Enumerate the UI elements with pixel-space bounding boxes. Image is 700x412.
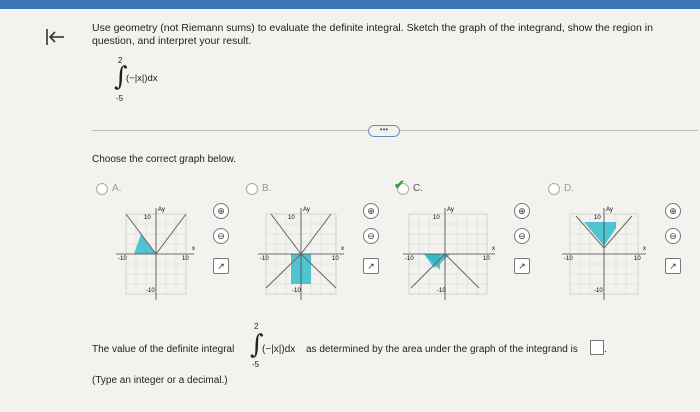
integrand: (−|x|)dx — [126, 73, 158, 84]
answer-period: . — [604, 344, 607, 355]
question-text: Use geometry (not Riemann sums) to evalu… — [92, 22, 653, 47]
y-top-label: 10 — [594, 215, 601, 221]
zoom-in-icon[interactable]: ⊕ — [514, 203, 530, 219]
y-axis-label: Ay — [158, 207, 165, 213]
popout-icon[interactable]: ↗ — [213, 258, 229, 274]
zoom-out-icon[interactable]: ⊖ — [514, 228, 530, 244]
top-bar — [0, 0, 700, 9]
radio-button[interactable] — [246, 183, 258, 195]
graph-b: Ay x 10 -10 10 -10 — [258, 207, 344, 300]
choose-prompt: Choose the correct graph below. — [92, 154, 236, 165]
zoom-out-icon[interactable]: ⊖ — [213, 228, 229, 244]
integral-lower-limit: -5 — [116, 94, 124, 103]
x-right-label: 10 — [182, 256, 189, 262]
y-bottom-label: -10 — [146, 288, 155, 294]
x-left-label: -10 — [564, 256, 573, 262]
zoom-in-icon[interactable]: ⊕ — [363, 203, 379, 219]
x-right-label: 10 — [634, 256, 641, 262]
option-label: C. — [413, 183, 423, 194]
y-top-label: 10 — [288, 215, 295, 221]
zoom-in-icon[interactable]: ⊕ — [213, 203, 229, 219]
x-left-label: -10 — [118, 256, 127, 262]
option-c[interactable]: ✔ C. Ay x 10 -10 10 -10 ⊕ ⊖ ↗ — [394, 177, 547, 303]
zoom-out-icon[interactable]: ⊖ — [363, 228, 379, 244]
check-icon: ✔ — [394, 177, 405, 192]
graph-d: Ay x 10 -10 10 -10 — [562, 207, 646, 300]
zoom-in-icon[interactable]: ⊕ — [665, 203, 681, 219]
y-axis-label: Ay — [303, 207, 310, 213]
y-bottom-label: -10 — [437, 288, 446, 294]
popout-icon[interactable]: ↗ — [514, 258, 530, 274]
answer-integrand: (−|x|)dx — [262, 344, 296, 355]
radio-button[interactable] — [548, 183, 560, 195]
y-top-label: 10 — [144, 215, 151, 221]
x-right-label: 10 — [332, 256, 339, 262]
question-integral: 2 ∫ (−|x|)dx -5 — [108, 56, 228, 106]
popout-icon[interactable]: ↗ — [665, 258, 681, 274]
x-right-label: 10 — [483, 256, 490, 262]
y-bottom-label: -10 — [594, 288, 603, 294]
graph-a: Ay x 10 -10 10 -10 — [116, 207, 195, 300]
answer-note: (Type an integer or a decimal.) — [92, 375, 228, 386]
answer-suffix: as determined by the area under the grap… — [306, 344, 578, 355]
x-left-label: -10 — [260, 256, 269, 262]
option-a[interactable]: A. Ay x 10 -10 10 -10 ⊕ ⊖ ↗ — [96, 183, 246, 303]
option-b[interactable]: B. Ay x 10 -10 10 -10 ⊕ ⊖ ↗ — [246, 183, 396, 303]
option-d[interactable]: D. Ay x 10 -10 10 -10 ⊕ ⊖ ↗ — [548, 183, 698, 303]
x-left-label: -10 — [405, 256, 414, 262]
x-axis-label: x — [492, 246, 495, 252]
integral-lower-limit: -5 — [252, 360, 260, 369]
answer-input[interactable] — [590, 340, 604, 355]
popout-icon[interactable]: ↗ — [363, 258, 379, 274]
y-axis-label: Ay — [447, 207, 454, 213]
y-bottom-label: -10 — [292, 288, 301, 294]
graph-c: Ay x 10 -10 10 -10 — [403, 207, 495, 300]
y-axis-label: Ay — [606, 207, 613, 213]
answer-prefix: The value of the definite integral — [92, 344, 235, 355]
option-label: D. — [564, 183, 574, 194]
back-arrow-icon[interactable] — [44, 27, 70, 49]
x-axis-label: x — [643, 246, 646, 252]
x-axis-label: x — [192, 246, 195, 252]
option-label: A. — [112, 183, 122, 194]
option-label: B. — [262, 183, 272, 194]
zoom-out-icon[interactable]: ⊖ — [665, 228, 681, 244]
radio-button[interactable] — [96, 183, 108, 195]
y-top-label: 10 — [433, 215, 440, 221]
x-axis-label: x — [341, 246, 344, 252]
more-button[interactable]: ••• — [368, 125, 400, 137]
